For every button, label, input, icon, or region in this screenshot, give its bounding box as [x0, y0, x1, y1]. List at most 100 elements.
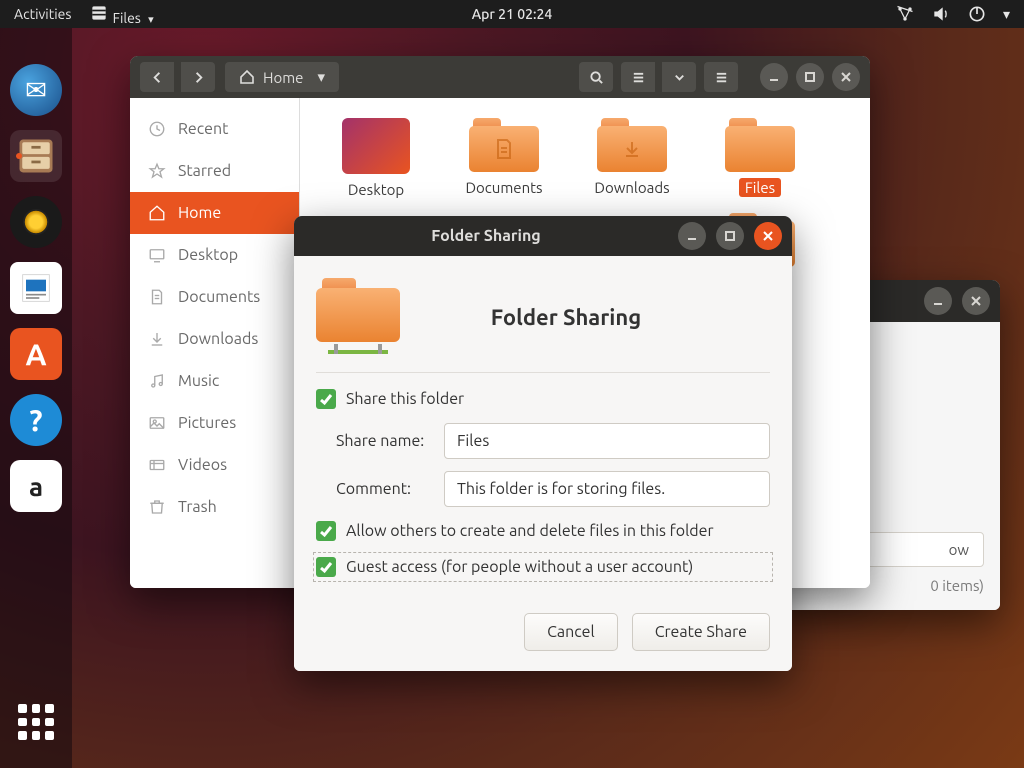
power-icon[interactable]	[967, 4, 987, 24]
dock: ✉ A ? a	[0, 28, 72, 768]
files-app-icon	[89, 3, 109, 23]
share-name-input[interactable]	[444, 423, 770, 459]
checkmark-icon	[316, 389, 336, 409]
path-bar[interactable]: Home ▾	[225, 62, 339, 92]
share-window-title: Folder Sharing	[304, 227, 668, 245]
dock-rhythmbox[interactable]	[10, 196, 62, 248]
sidebar-item-recent[interactable]: Recent	[130, 108, 299, 150]
sidebar-item-pictures[interactable]: Pictures	[130, 402, 299, 444]
nav-back-button[interactable]	[140, 62, 174, 92]
top-bar: Activities Files Apr 21 02:24 ▾	[0, 0, 1024, 28]
sidebar-item-downloads[interactable]: Downloads	[130, 318, 299, 360]
tile-label: Files	[739, 178, 781, 197]
nav-forward-button[interactable]	[181, 62, 215, 92]
dock-files[interactable]	[10, 130, 62, 182]
view-list-button[interactable]	[621, 62, 655, 92]
dock-help[interactable]: ?	[10, 394, 62, 446]
dock-libreoffice-writer[interactable]	[10, 262, 62, 314]
desktop-icon	[148, 246, 166, 264]
dock-thunderbird[interactable]: ✉	[10, 64, 62, 116]
guest-access-checkbox[interactable]: Guest access (for people without a user …	[316, 555, 770, 579]
sidebar-item-label: Recent	[178, 120, 228, 138]
sidebar-item-label: Videos	[178, 456, 227, 474]
folder-sharing-dialog: Folder Sharing Folder Sharing Share this…	[294, 216, 792, 671]
sidebar-item-label: Downloads	[178, 330, 258, 348]
app-menu-label: Files	[113, 10, 141, 26]
checkmark-icon	[316, 521, 336, 541]
path-caret-icon: ▾	[317, 68, 325, 86]
tile-downloads[interactable]: Downloads	[568, 118, 696, 199]
share-titlebar[interactable]: Folder Sharing	[294, 216, 792, 256]
app-menu[interactable]: Files	[89, 3, 153, 26]
folder-icon	[469, 118, 539, 172]
video-icon	[148, 456, 166, 474]
sidebar-item-videos[interactable]: Videos	[130, 444, 299, 486]
clock[interactable]: Apr 21 02:24	[472, 6, 553, 22]
tile-files[interactable]: Files	[696, 118, 824, 199]
sidebar-item-home[interactable]: Home	[130, 192, 299, 234]
show-applications-button[interactable]	[18, 704, 54, 740]
properties-close-button[interactable]	[962, 287, 990, 315]
allow-others-checkbox[interactable]: Allow others to create and delete files …	[316, 519, 770, 543]
properties-minimize-button[interactable]	[924, 287, 952, 315]
comment-input[interactable]	[444, 471, 770, 507]
folder-icon	[597, 118, 667, 172]
view-menu-button[interactable]	[662, 62, 696, 92]
sidebar-item-documents[interactable]: Documents	[130, 276, 299, 318]
sidebar-item-label: Desktop	[178, 246, 238, 264]
star-icon	[148, 162, 166, 180]
dock-software[interactable]: A	[10, 328, 62, 380]
comment-label: Comment:	[316, 480, 432, 498]
hamburger-menu-button[interactable]	[704, 62, 738, 92]
trash-icon	[148, 498, 166, 516]
activities-button[interactable]: Activities	[14, 6, 71, 22]
files-titlebar[interactable]: Home ▾	[130, 56, 870, 98]
sidebar-item-label: Home	[178, 204, 221, 222]
home-icon	[148, 204, 166, 222]
tile-documents[interactable]: Documents	[440, 118, 568, 199]
sidebar-item-label: Trash	[178, 498, 217, 516]
sidebar-item-starred[interactable]: Starred	[130, 150, 299, 192]
dock-amazon[interactable]: a	[10, 460, 62, 512]
music-icon	[148, 372, 166, 390]
volume-icon[interactable]	[931, 4, 951, 24]
share-this-folder-checkbox[interactable]: Share this folder	[316, 387, 770, 411]
share-name-label: Share name:	[316, 432, 432, 450]
share-maximize-button[interactable]	[716, 222, 744, 250]
window-maximize-button[interactable]	[796, 63, 824, 91]
tile-label: Downloads	[588, 178, 675, 197]
sidebar-item-label: Pictures	[178, 414, 236, 432]
desktop-thumbnail-icon	[342, 118, 410, 174]
sidebar-item-label: Music	[178, 372, 219, 390]
tile-label: Desktop	[342, 180, 410, 199]
folder-icon	[725, 118, 795, 172]
tile-label: Documents	[459, 178, 548, 197]
checkbox-label: Guest access (for people without a user …	[346, 558, 693, 576]
download-icon	[148, 330, 166, 348]
checkbox-label: Allow others to create and delete files …	[346, 522, 714, 540]
sidebar-item-music[interactable]: Music	[130, 360, 299, 402]
search-button[interactable]	[579, 62, 613, 92]
shared-folder-icon	[316, 278, 400, 356]
share-minimize-button[interactable]	[678, 222, 706, 250]
network-icon[interactable]	[895, 4, 915, 24]
share-heading: Folder Sharing	[422, 305, 770, 330]
create-share-button[interactable]: Create Share	[632, 613, 770, 651]
tile-desktop[interactable]: Desktop	[312, 118, 440, 199]
document-icon	[148, 288, 166, 306]
sidebar-item-trash[interactable]: Trash	[130, 486, 299, 528]
checkmark-icon	[316, 557, 336, 577]
cancel-button[interactable]: Cancel	[524, 613, 618, 651]
path-label: Home	[263, 69, 303, 86]
file-cabinet-icon	[14, 134, 58, 178]
picture-icon	[148, 414, 166, 432]
clock-icon	[148, 120, 166, 138]
sidebar-item-desktop[interactable]: Desktop	[130, 234, 299, 276]
home-icon	[239, 69, 255, 85]
sidebar-item-label: Starred	[178, 162, 231, 180]
checkbox-label: Share this folder	[346, 390, 464, 408]
window-minimize-button[interactable]	[760, 63, 788, 91]
share-close-button[interactable]	[754, 222, 782, 250]
window-close-button[interactable]	[832, 63, 860, 91]
system-menu-caret-icon[interactable]: ▾	[1003, 6, 1010, 23]
